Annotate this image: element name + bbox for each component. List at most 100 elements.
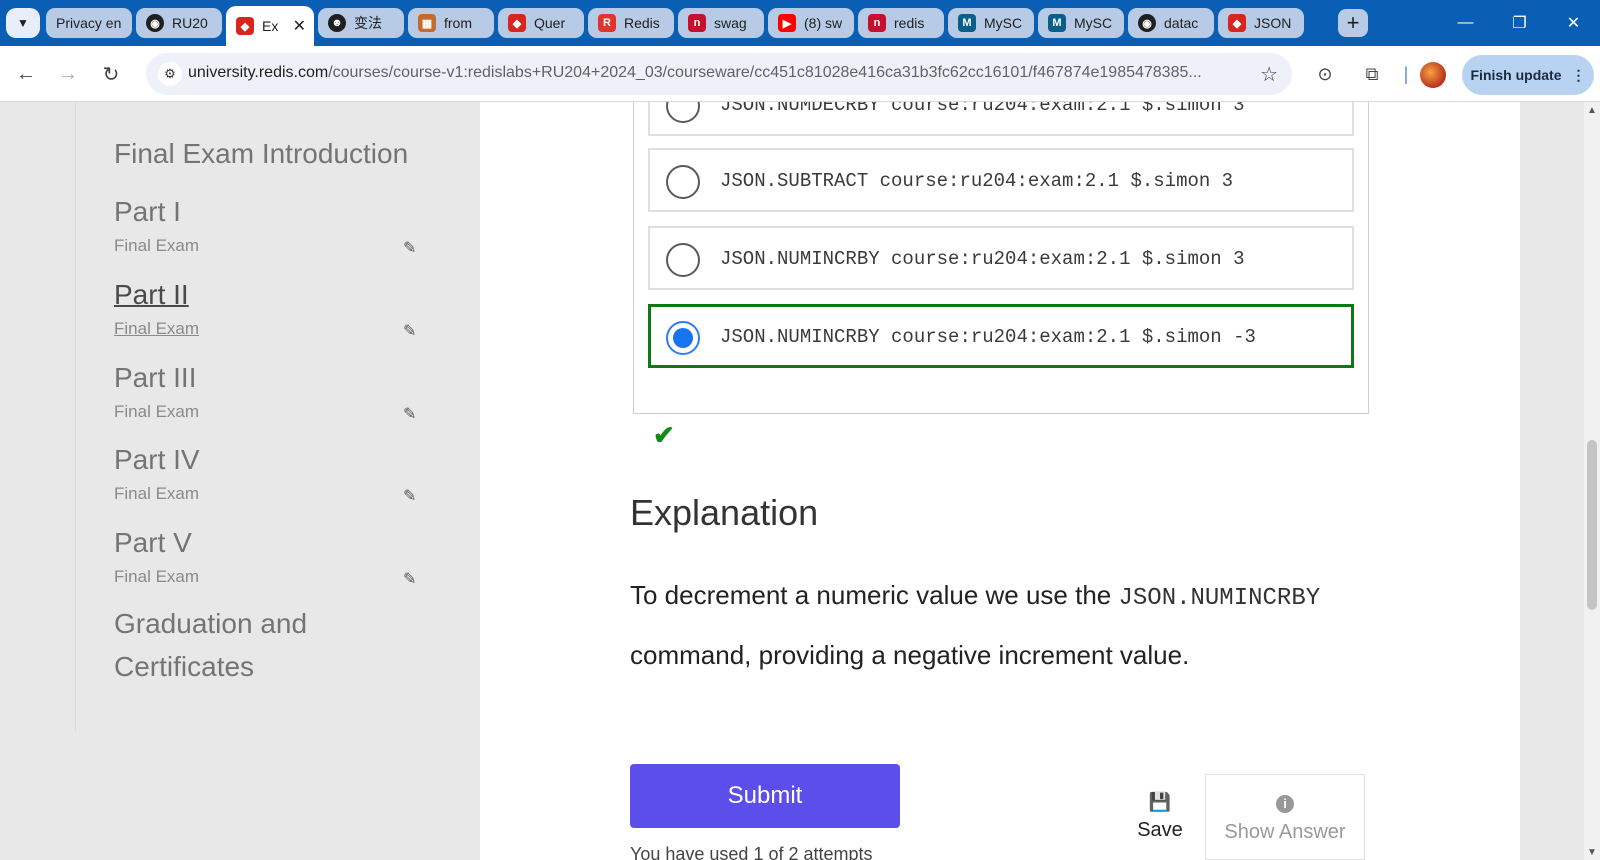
attempts-text: You have used 1 of 2 attempts [630, 844, 873, 860]
github-icon: ◉ [1138, 14, 1156, 32]
answer-choice[interactable]: JSON.NUMINCRBY course:ru204:exam:2.1 $.s… [648, 226, 1354, 290]
sidebar-item-part-2[interactable]: Part II [114, 273, 189, 317]
tab-search-button[interactable]: ▼ [6, 8, 40, 38]
sidebar-subitem-final-exam[interactable]: Final Exam [114, 484, 199, 504]
explanation-text-after: command, providing a negative increment … [630, 640, 1190, 670]
redis-cube-icon: ◆ [508, 14, 526, 32]
tab-title: Ex [262, 18, 279, 34]
reload-button[interactable]: ↻ [97, 60, 125, 88]
minimize-button[interactable]: — [1438, 0, 1493, 46]
choice-code: JSON.NUMDECRBY course:ru204:exam:2.1 $.s… [720, 102, 1245, 116]
edit-icon: ✎ [403, 240, 417, 257]
sidebar-item-graduation-line-1[interactable]: Graduation and [114, 602, 307, 646]
sidebar-item-graduation-line-2[interactable]: Certificates [114, 645, 254, 689]
tab-title: RU20 [172, 15, 208, 31]
answer-choices: JSON.NUMDECRBY course:ru204:exam:2.1 $.s… [633, 102, 1369, 414]
sidebar-subitem-final-exam[interactable]: Final Exam [114, 319, 199, 339]
radio-button[interactable] [666, 102, 700, 123]
show-answer-button[interactable]: i Show Answer [1205, 774, 1365, 860]
profile-avatar[interactable] [1420, 62, 1446, 88]
bookmark-star-icon[interactable]: ☆ [1260, 62, 1278, 87]
github-icon: ◉ [146, 14, 164, 32]
answer-choice[interactable]: JSON.SUBTRACT course:ru204:exam:2.1 $.si… [648, 148, 1354, 212]
page-content: Final Exam Introduction Part I Final Exa… [0, 102, 1584, 860]
browser-tab[interactable]: ▦ from [408, 8, 494, 38]
address-bar[interactable]: ⚙ university.redis.com/courses/course-v1… [146, 53, 1292, 95]
tab-title: Quer [534, 15, 566, 31]
reload-icon: ↻ [102, 63, 120, 86]
url-path: /courses/course-v1:redislabs+RU204+2024_… [328, 64, 1202, 81]
sidebar-item-part-3[interactable]: Part III [114, 356, 196, 400]
scrollbar-thumb[interactable] [1587, 440, 1597, 610]
browser-tab[interactable]: ◉ datac [1128, 8, 1214, 38]
tab-title: (8) sw [804, 15, 843, 31]
sidebar-subitem-final-exam[interactable]: Final Exam [114, 236, 199, 256]
save-button[interactable]: 💾 Save [1130, 792, 1190, 842]
tab-title: 变法 [354, 15, 382, 31]
page-scrollbar[interactable]: ▲ ▼ [1584, 102, 1600, 860]
browser-tab[interactable]: M MySC [948, 8, 1034, 38]
browser-tab[interactable]: M MySC [1038, 8, 1124, 38]
sidebar-item-part-1[interactable]: Part I [114, 190, 181, 234]
radio-button[interactable] [666, 243, 700, 277]
url-text[interactable]: university.redis.com/courses/course-v1:r… [188, 64, 1208, 82]
redis-logo-icon: R [598, 14, 616, 32]
mysql-icon: M [958, 14, 976, 32]
answer-choice-selected[interactable]: JSON.NUMINCRBY course:ru204:exam:2.1 $.s… [648, 304, 1354, 368]
edit-icon: ✎ [403, 323, 417, 340]
npm-icon: n [868, 14, 886, 32]
maximize-button[interactable]: ❐ [1492, 0, 1547, 46]
tab-close-icon[interactable]: ✕ [287, 16, 306, 36]
new-tab-button[interactable]: + [1338, 9, 1368, 37]
answer-choice[interactable]: JSON.NUMDECRBY course:ru204:exam:2.1 $.s… [648, 102, 1354, 136]
browser-tab[interactable]: Privacy en [46, 8, 132, 38]
browser-tab[interactable]: n redis [858, 8, 944, 38]
browser-tab-active[interactable]: ◆ Ex ✕ [226, 6, 314, 46]
radio-button-checked[interactable] [666, 321, 700, 355]
divider: | [1403, 63, 1409, 84]
checkmark-icon: ✔ [653, 420, 675, 450]
site-settings-icon[interactable]: ⚙ [158, 62, 182, 86]
npm-icon: n [688, 14, 706, 32]
redis-cube-icon: ◆ [1228, 14, 1246, 32]
scroll-down-arrow-icon[interactable]: ▼ [1584, 844, 1600, 860]
browser-tab[interactable]: ▶ (8) sw [768, 8, 854, 38]
arrow-right-icon: → [58, 62, 78, 85]
forward-button[interactable]: → [54, 60, 82, 88]
redis-cube-icon: ◆ [236, 17, 254, 35]
sidebar-subitem-final-exam[interactable]: Final Exam [114, 402, 199, 422]
finish-update-button[interactable]: Finish update ⋮ [1462, 55, 1594, 95]
explanation-text-before: To decrement a numeric value we use the [630, 580, 1119, 610]
sidebar-item-part-4[interactable]: Part IV [114, 438, 200, 482]
sidebar-item-part-5[interactable]: Part V [114, 521, 192, 565]
tab-title: redis [894, 15, 925, 31]
close-window-button[interactable]: ✕ [1546, 0, 1600, 46]
minimize-icon: — [1457, 14, 1474, 31]
plus-icon: + [1346, 10, 1360, 35]
browser-tab[interactable]: ◆ JSON [1218, 8, 1304, 38]
submit-button[interactable]: Submit [630, 764, 900, 828]
submit-label: Submit [727, 782, 803, 809]
exam-question-panel: JSON.NUMDECRBY course:ru204:exam:2.1 $.s… [480, 102, 1520, 860]
sidebar-item-final-exam-introduction[interactable]: Final Exam Introduction [114, 132, 408, 176]
arrow-left-icon: ← [16, 62, 36, 85]
browser-tab[interactable]: R Redis [588, 8, 674, 38]
explanation-title: Explanation [630, 492, 819, 533]
tab-title: Redis [624, 15, 660, 31]
extension-icon[interactable]: ⊙ [1311, 60, 1339, 88]
tab-title: JSON [1254, 15, 1292, 31]
back-button[interactable]: ← [12, 60, 40, 88]
choice-code: JSON.NUMINCRBY course:ru204:exam:2.1 $.s… [720, 248, 1245, 270]
radio-button[interactable] [666, 165, 700, 199]
browser-tab[interactable]: ☻ 变法 [318, 8, 404, 38]
browser-tab-strip: ▼ Privacy en ◉ RU20 ◆ Ex ✕ ☻ 变法 ▦ from ◆… [0, 0, 1600, 46]
choice-code: JSON.SUBTRACT course:ru204:exam:2.1 $.si… [720, 170, 1234, 192]
browser-tab[interactable]: n swag [678, 8, 764, 38]
browser-tab[interactable]: ◉ RU20 [136, 8, 222, 38]
puzzle-icon[interactable]: ⧉ [1358, 60, 1386, 88]
sidebar-subitem-final-exam[interactable]: Final Exam [114, 567, 199, 587]
url-host: university.redis.com [188, 64, 329, 81]
mysql-icon: M [1048, 14, 1066, 32]
browser-tab[interactable]: ◆ Quer [498, 8, 584, 38]
scroll-up-arrow-icon[interactable]: ▲ [1584, 102, 1600, 118]
